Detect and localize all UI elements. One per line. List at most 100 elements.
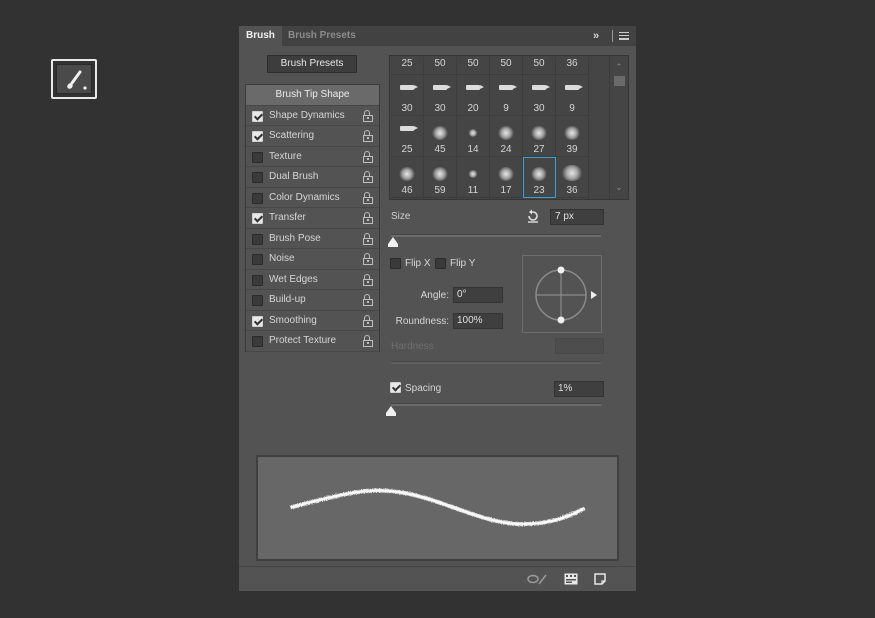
lock-icon[interactable] — [363, 335, 373, 347]
brush-tip-cell[interactable]: 50 — [457, 57, 490, 75]
brush-grid-icon[interactable] — [564, 573, 578, 585]
visibility-toggle-icon[interactable] — [527, 573, 549, 585]
scroll-up-icon[interactable]: ⌃ — [614, 63, 624, 72]
spacing-checkbox[interactable] — [390, 382, 401, 393]
angle-roundness-preview[interactable] — [522, 255, 602, 333]
sidebar-item-texture[interactable]: Texture — [246, 147, 379, 167]
sidebar-item-scattering[interactable]: Scattering — [246, 126, 379, 147]
sidebar-item-smoothing[interactable]: Smoothing — [246, 311, 379, 331]
size-slider-track[interactable] — [391, 234, 601, 237]
option-checkbox[interactable] — [252, 233, 263, 245]
option-checkbox[interactable] — [252, 151, 263, 163]
sidebar-item-noise[interactable]: Noise — [246, 249, 379, 270]
lock-icon[interactable] — [363, 191, 373, 204]
sidebar-item-dual-brush[interactable]: Dual Brush — [246, 167, 379, 188]
lock-icon[interactable] — [363, 109, 373, 122]
angle-input[interactable]: 0° — [453, 287, 503, 303]
sidebar-item-transfer[interactable]: Transfer — [246, 208, 379, 229]
flip-x-label: Flip X — [405, 258, 431, 269]
option-checkbox[interactable] — [252, 192, 263, 204]
brush-tip-cell[interactable]: 44 — [391, 198, 424, 199]
brush-size-label: 39 — [566, 144, 578, 155]
brush-tip-cell[interactable]: 50 — [424, 57, 457, 75]
brush-tip-cell[interactable]: 20 — [457, 75, 490, 116]
option-checkbox[interactable] — [252, 172, 263, 183]
scrollbar-thumb[interactable] — [614, 76, 625, 86]
brush-tip-cell[interactable]: 14 — [457, 116, 490, 157]
option-checkbox[interactable] — [252, 274, 263, 286]
tab-brush-presets[interactable]: Brush Presets — [281, 26, 363, 46]
new-preset-icon[interactable] — [594, 573, 606, 585]
brush-tip-cell[interactable]: 23 — [523, 157, 556, 198]
brush-tip-cell[interactable]: 30 — [424, 75, 457, 116]
brush-tip-cell[interactable]: 30 — [391, 75, 424, 116]
brush-tip-cell[interactable]: 39 — [556, 116, 589, 157]
option-checkbox[interactable] — [252, 131, 263, 142]
lock-icon[interactable] — [363, 171, 373, 183]
brush-tip-cell[interactable]: 25 — [391, 57, 424, 75]
brush-tip-cell[interactable]: 42 — [556, 198, 589, 199]
lock-icon[interactable] — [363, 212, 373, 224]
brush-tip-cell[interactable]: 50 — [523, 57, 556, 75]
option-checkbox[interactable] — [252, 295, 263, 306]
brush-tip-cell[interactable]: 30 — [523, 75, 556, 116]
brush-tip-cell[interactable]: 50 — [490, 57, 523, 75]
lock-icon[interactable] — [363, 253, 373, 265]
size-input[interactable]: 7 px — [550, 209, 604, 225]
tab-brush[interactable]: Brush — [239, 26, 282, 46]
sidebar-item-build-up[interactable]: Build-up — [246, 290, 379, 311]
scrollbar-track[interactable] — [609, 56, 610, 199]
brush-size-label: 50 — [434, 58, 446, 69]
sidebar-item-protect-texture[interactable]: Protect Texture — [246, 331, 379, 352]
lock-icon[interactable] — [363, 232, 373, 245]
lock-icon[interactable] — [363, 273, 373, 286]
scroll-down-icon[interactable]: ⌄ — [614, 183, 624, 192]
brush-tip-cell[interactable]: 36 — [556, 157, 589, 198]
brush-size-label: 17 — [500, 185, 512, 196]
flip-x-checkbox[interactable] — [390, 258, 401, 269]
option-checkbox[interactable] — [252, 254, 263, 265]
spacing-input[interactable]: 1% — [554, 381, 604, 397]
sidebar-item-brush-tip-shape[interactable]: Brush Tip Shape — [246, 85, 379, 106]
hardness-slider-track — [391, 361, 601, 364]
spacing-slider-track[interactable] — [391, 403, 601, 406]
option-checkbox[interactable] — [252, 315, 263, 327]
brush-tip-cell[interactable]: 27 — [523, 116, 556, 157]
option-checkbox[interactable] — [252, 110, 263, 122]
stroke-preview-curve — [290, 488, 585, 527]
brush-presets-button[interactable]: Brush Presets — [267, 55, 357, 73]
brush-tip-cell[interactable]: 25 — [391, 116, 424, 157]
brush-tip-cell[interactable]: 46 — [391, 157, 424, 198]
brush-tip-cell[interactable]: 60 — [424, 198, 457, 199]
brush-tip-cell[interactable]: 14 — [457, 198, 490, 199]
lock-icon[interactable] — [363, 294, 373, 306]
spacing-slider-thumb[interactable] — [386, 406, 396, 416]
collapse-panel-icon[interactable]: » — [593, 26, 599, 46]
brush-tip-cell[interactable]: 26 — [490, 198, 523, 199]
brush-size-label: 59 — [434, 185, 446, 196]
reset-size-icon[interactable] — [526, 209, 540, 223]
brush-tip-cell[interactable]: 17 — [490, 157, 523, 198]
sidebar-item-shape-dynamics[interactable]: Shape Dynamics — [246, 106, 379, 126]
brush-tip-cell[interactable]: 9 — [490, 75, 523, 116]
brush-tip-cell[interactable]: 9 — [556, 75, 589, 116]
brush-tip-cell[interactable]: 36 — [556, 57, 589, 75]
brush-tool-icon[interactable] — [51, 59, 97, 99]
lock-icon[interactable] — [363, 150, 373, 163]
brush-tip-cell[interactable]: 11 — [457, 157, 490, 198]
option-checkbox[interactable] — [252, 213, 263, 224]
lock-icon[interactable] — [363, 314, 373, 327]
panel-menu-icon[interactable] — [619, 26, 630, 46]
size-slider-thumb[interactable] — [388, 237, 399, 247]
sidebar-item-color-dynamics[interactable]: Color Dynamics — [246, 188, 379, 208]
sidebar-item-brush-pose[interactable]: Brush Pose — [246, 229, 379, 249]
option-checkbox[interactable] — [252, 336, 263, 347]
sidebar-item-wet-edges[interactable]: Wet Edges — [246, 270, 379, 290]
brush-tip-cell[interactable]: 59 — [424, 157, 457, 198]
lock-icon[interactable] — [363, 130, 373, 142]
flip-y-checkbox[interactable] — [435, 258, 446, 269]
roundness-input[interactable]: 100% — [453, 313, 503, 329]
brush-tip-cell[interactable]: 24 — [490, 116, 523, 157]
brush-tip-cell[interactable]: 33 — [523, 198, 556, 199]
brush-tip-cell[interactable]: 45 — [424, 116, 457, 157]
